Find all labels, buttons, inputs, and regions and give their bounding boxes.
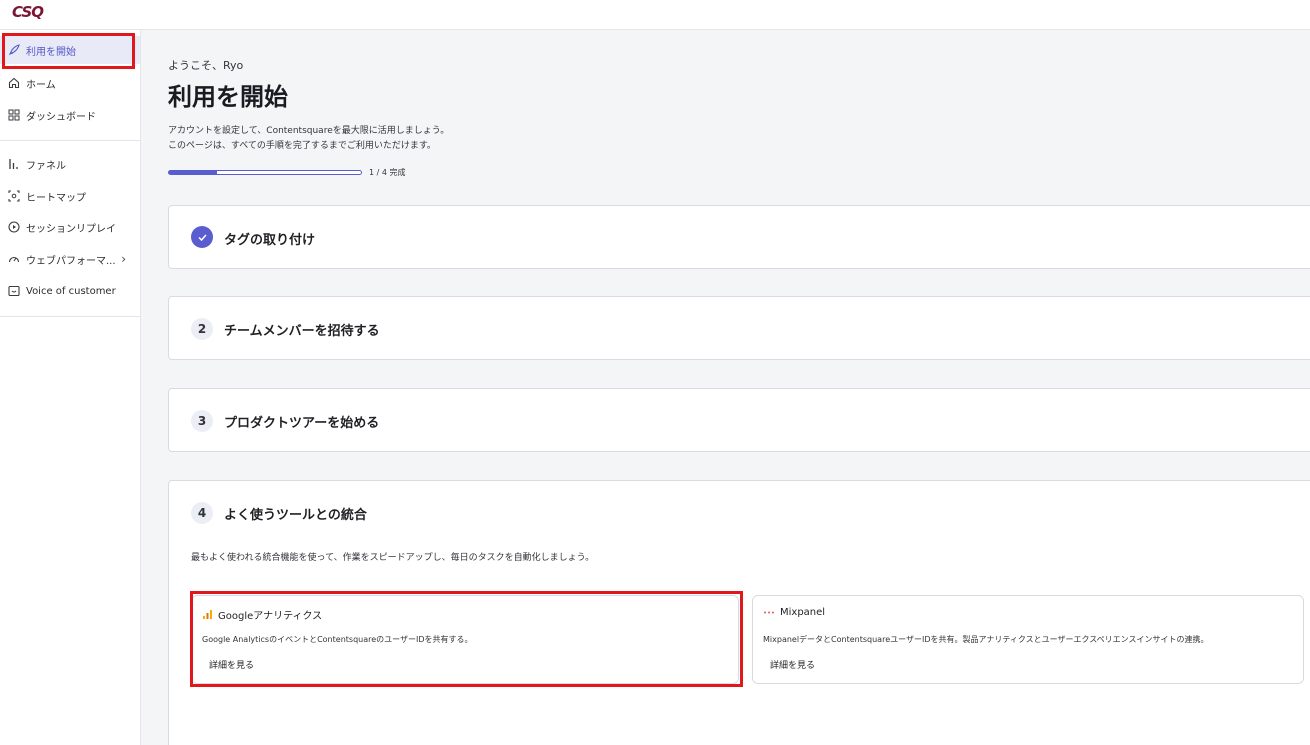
progress-bar xyxy=(168,170,362,175)
highlight-box xyxy=(190,591,743,687)
sidebar-item-funnel[interactable]: ファネル xyxy=(0,150,140,178)
heatmap-icon xyxy=(7,190,20,203)
sidebar-item-label: Voice of customer xyxy=(26,285,116,297)
sidebar-item-label: ファネル xyxy=(26,160,66,172)
page-title: 利用を開始 xyxy=(168,83,288,111)
tool-name: Mixpanel xyxy=(780,607,826,618)
step-title: よく使うツールとの統合 xyxy=(224,508,367,523)
learn-more-link[interactable]: 詳細を見る xyxy=(770,658,815,671)
mixpanel-icon xyxy=(763,607,775,618)
chevron-right-icon[interactable]: › xyxy=(121,252,126,266)
step-title: チームメンバーを招待する xyxy=(224,324,380,339)
sidebar-item-label: ウェブパフォーマ... xyxy=(26,255,116,267)
funnel-bars-icon xyxy=(7,158,20,171)
dashboard-icon xyxy=(7,109,20,122)
check-icon xyxy=(191,226,213,248)
step-title: プロダクトツアーを始める xyxy=(224,416,380,431)
sidebar-item-dashboard[interactable]: ダッシュボード xyxy=(0,101,140,129)
sidebar-item-home[interactable]: ホーム xyxy=(0,69,140,97)
step-card-product-tour[interactable]: 3 プロダクトツアーを始める xyxy=(168,388,1310,452)
csq-logo[interactable]: CSQ xyxy=(12,3,44,21)
step-number: 4 xyxy=(191,502,213,524)
step-description: 最もよく使われる統合機能を使って、作業をスピードアップし、毎日のタスクを自動化し… xyxy=(191,553,595,563)
play-circle-icon xyxy=(7,221,20,234)
sidebar-item-heatmap[interactable]: ヒートマップ xyxy=(0,182,140,210)
highlight-box xyxy=(2,33,135,69)
gauge-icon xyxy=(7,253,20,266)
sidebar-item-label: ホーム xyxy=(26,79,56,91)
welcome-text: ようこそ、Ryo xyxy=(168,59,244,72)
sidebar: 利用を開始 ホーム ダッシュボード ファネル ヒートマップ セッションリプレイ xyxy=(0,30,141,745)
progress-text: 1 / 4 完成 xyxy=(369,168,406,177)
step-card-invite-team[interactable]: 2 チームメンバーを招待する xyxy=(168,296,1310,360)
sidebar-divider xyxy=(0,140,140,141)
step-number: 2 xyxy=(191,318,213,340)
sidebar-item-label: セッションリプレイ xyxy=(26,223,116,235)
sidebar-divider xyxy=(0,316,140,317)
step-card-tag-install[interactable]: タグの取り付け xyxy=(168,205,1310,269)
sidebar-item-web-performance[interactable]: ウェブパフォーマ... › xyxy=(0,245,140,273)
step-number: 3 xyxy=(191,410,213,432)
sidebar-item-label: ダッシュボード xyxy=(26,111,96,123)
page-description: アカウントを設定して、Contentsquareを最大限に活用しましょう。 この… xyxy=(168,126,450,151)
feedback-icon xyxy=(7,285,20,298)
sidebar-item-session-replay[interactable]: セッションリプレイ xyxy=(0,213,140,241)
sidebar-item-voice-of-customer[interactable]: Voice of customer xyxy=(0,277,140,305)
sidebar-item-label: ヒートマップ xyxy=(26,192,86,204)
progress-fill xyxy=(169,171,217,174)
tool-description: MixpanelデータとContentsquareユーザーIDを共有。製品アナリ… xyxy=(763,635,1209,644)
home-icon xyxy=(7,77,20,90)
top-bar: CSQ xyxy=(0,0,1310,30)
tool-card-mixpanel[interactable]: Mixpanel MixpanelデータとContentsquareユーザーID… xyxy=(752,595,1304,684)
step-title: タグの取り付け xyxy=(224,233,316,248)
